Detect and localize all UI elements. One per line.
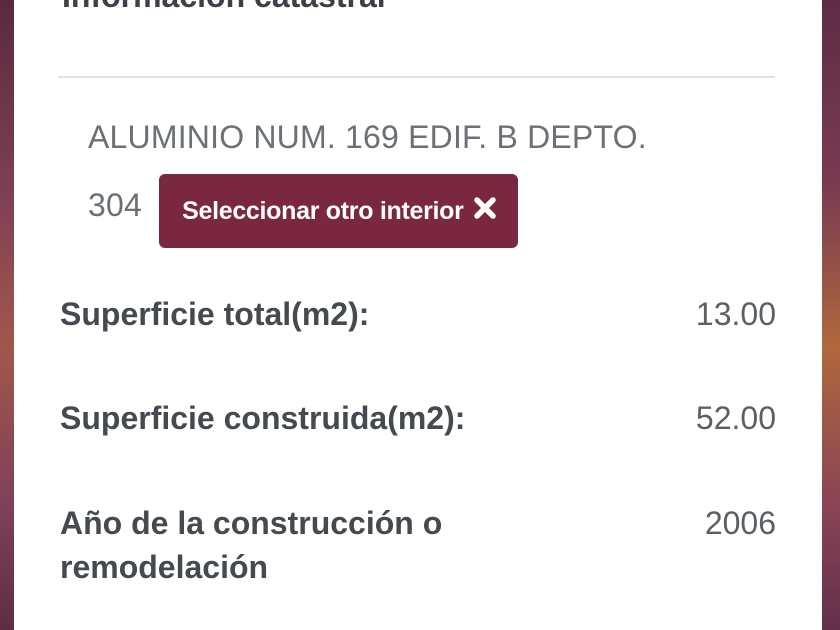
- detail-value: 52.00: [695, 400, 776, 436]
- select-other-interior-label: Seleccionar otro interior: [182, 196, 464, 225]
- detail-label: Superficie construida(m2):: [60, 400, 466, 436]
- detail-value: 13.00: [695, 296, 776, 332]
- address-line: ALUMINIO NUM. 169 EDIF. B DEPTO.: [88, 119, 647, 155]
- detail-value: 2006: [704, 505, 776, 541]
- divider: [58, 76, 775, 78]
- panel-title: Información catastral: [62, 0, 386, 15]
- detail-row-construction-year: Año de la construcción o remodelación 20…: [60, 501, 776, 589]
- background-right-edge: [822, 0, 840, 630]
- background-left-edge: [0, 0, 14, 630]
- close-icon: [472, 195, 498, 221]
- detail-row-built-area: Superficie construida(m2): 52.00: [60, 396, 776, 440]
- address-block: ALUMINIO NUM. 169 EDIF. B DEPTO. 304 Sel…: [88, 103, 768, 248]
- detail-label: Año de la construcción o remodelación: [60, 505, 443, 585]
- select-other-interior-button[interactable]: Seleccionar otro interior: [159, 174, 518, 248]
- address-number: 304: [88, 187, 142, 223]
- detail-row-total-area: Superficie total(m2): 13.00: [60, 292, 776, 336]
- detail-label: Superficie total(m2):: [60, 296, 370, 332]
- cadastral-info-panel: Información catastral ALUMINIO NUM. 169 …: [14, 0, 822, 630]
